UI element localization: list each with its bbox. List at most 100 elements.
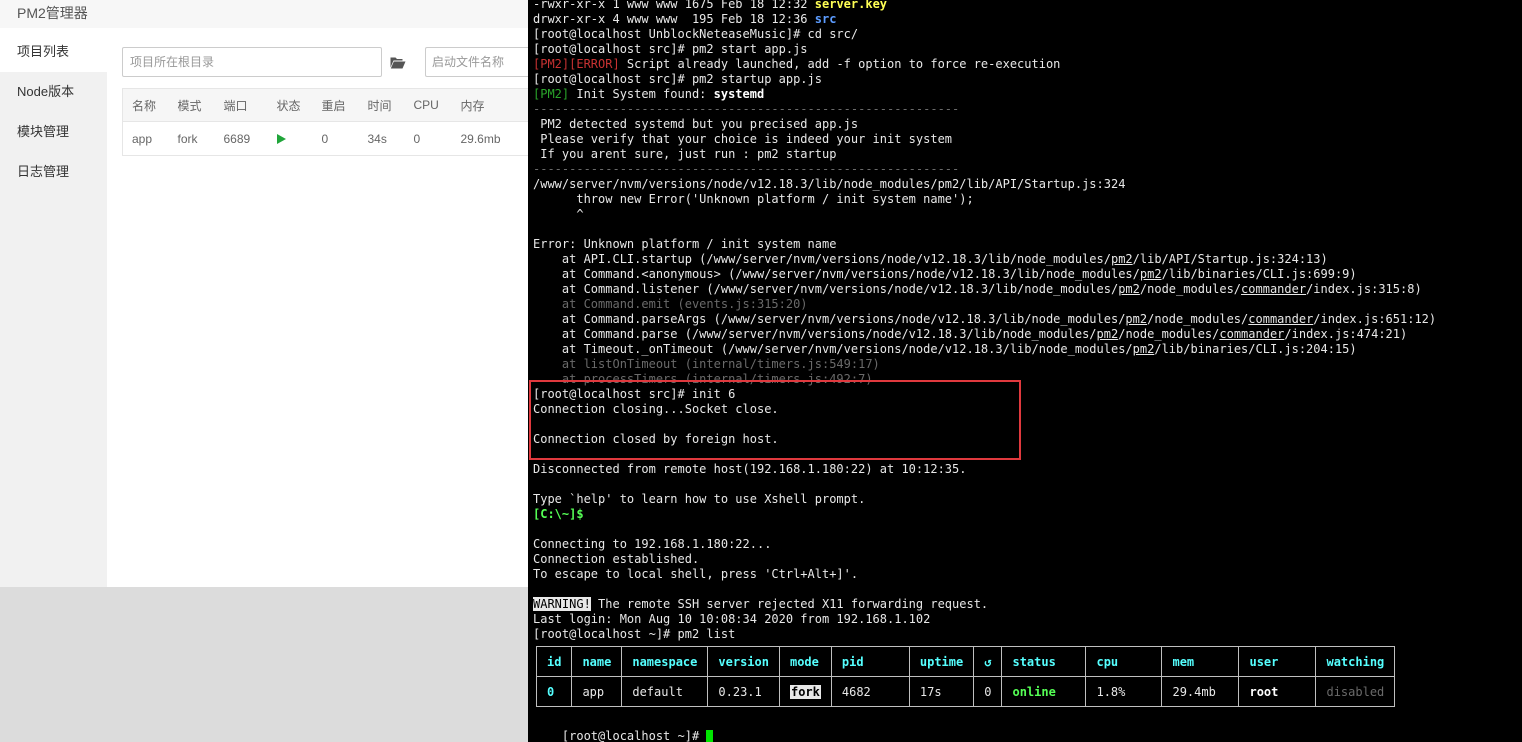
pm2-list-mode-cell: fork bbox=[778, 676, 832, 707]
terminal-text-segment: Please verify that your choice is indeed… bbox=[533, 132, 953, 146]
pm2-sidebar: 项目列表 Node版本 模块管理 日志管理 bbox=[0, 32, 107, 587]
pm2-list-user: root bbox=[1238, 676, 1317, 707]
terminal-line: at Timeout._onTimeout (/www/server/nvm/v… bbox=[533, 342, 1357, 357]
process-status bbox=[267, 121, 313, 156]
pm2-list-header-restarts: ↺ bbox=[973, 646, 1003, 677]
terminal-text-segment: server.key bbox=[814, 0, 888, 11]
pm2-titlebar: PM2管理器 bbox=[0, 0, 528, 28]
terminal-text-segment: at Command.parseArgs (/www/server/nvm/ve… bbox=[533, 312, 1126, 326]
pm2-main-content: 名称 模式 端口 状态 重启 时间 CPU 内存 app fork 6689 0 bbox=[107, 32, 535, 587]
terminal-line: Connecting to 192.168.1.180:22... bbox=[533, 537, 771, 552]
terminal-text-segment: pm2 bbox=[1125, 312, 1148, 326]
terminal-text-segment: drwxr-xr-x 4 www www 195 Feb 18 12:36 bbox=[533, 12, 815, 26]
play-icon[interactable] bbox=[276, 134, 286, 145]
terminal-text-segment: Connecting to 192.168.1.180:22... bbox=[533, 537, 772, 551]
terminal-line: If you arent sure, just run : pm2 startu… bbox=[533, 147, 836, 162]
process-name: app bbox=[122, 121, 169, 156]
pm2-list-id: 0 bbox=[535, 676, 573, 707]
pm2-list-header-user: user bbox=[1238, 646, 1317, 677]
terminal-line: Disconnected from remote host(192.168.1.… bbox=[533, 462, 966, 477]
terminal-text-segment: /www/server/nvm/versions/node/v12.18.3/l… bbox=[533, 177, 1126, 191]
terminal-line: throw new Error('Unknown platform / init… bbox=[533, 192, 974, 207]
pm2-list-mem: 29.4mb bbox=[1161, 676, 1240, 707]
terminal-text-segment: Init System found: bbox=[569, 87, 714, 101]
pm2-list-namespace: default bbox=[621, 676, 709, 707]
terminal-line: at processTimers (internal/timers.js:492… bbox=[533, 372, 873, 387]
terminal-text-segment: To escape to local shell, press 'Ctrl+Al… bbox=[533, 567, 859, 581]
terminal-text-segment: ----------------------------------------… bbox=[533, 102, 960, 116]
sidebar-item-project-list[interactable]: 项目列表 bbox=[0, 32, 107, 72]
terminal-text-segment: pm2 bbox=[1132, 342, 1155, 356]
terminal-text-segment: at Command.listener (/www/server/nvm/ver… bbox=[533, 282, 1119, 296]
terminal-line: Last login: Mon Aug 10 10:08:34 2020 fro… bbox=[533, 612, 930, 627]
terminal-cursor bbox=[706, 730, 714, 742]
terminal-text-segment: at listOnTimeout (internal/timers.js:549… bbox=[533, 357, 880, 371]
terminal-line: Type `help' to learn how to use Xshell p… bbox=[533, 492, 865, 507]
terminal-text-segment: commander bbox=[1248, 312, 1314, 326]
pm2-list-header-namespace: namespace bbox=[621, 646, 709, 677]
terminal-text-segment: throw new Error('Unknown platform / init… bbox=[533, 192, 974, 206]
terminal-line: at Command.listener (/www/server/nvm/ver… bbox=[533, 282, 1422, 297]
pm2-list-name: app bbox=[571, 676, 623, 707]
pm2-manager-window: PM2管理器 项目列表 Node版本 模块管理 日志管理 名称 模式 端口 状态… bbox=[0, 0, 535, 587]
terminal-line: Connection closing...Socket close. bbox=[533, 402, 779, 417]
terminal-line: at Command.emit (events.js:315:20) bbox=[533, 297, 808, 312]
terminal-text-segment: [C:\~]$ bbox=[533, 507, 584, 521]
terminal-text-segment: at processTimers (internal/timers.js:492… bbox=[533, 372, 873, 386]
terminal-text-segment: at Timeout._onTimeout (/www/server/nvm/v… bbox=[533, 342, 1133, 356]
terminal-line: [root@localhost src]# pm2 start app.js bbox=[533, 42, 808, 57]
terminal-text-segment: [PM2][ERROR] bbox=[533, 57, 620, 71]
pm2-list-header-name: name bbox=[571, 646, 623, 677]
terminal-text-segment: pm2 bbox=[1118, 282, 1140, 296]
terminal-text-segment: [root@localhost ~]# pm2 list bbox=[533, 627, 736, 641]
sidebar-item-node-version[interactable]: Node版本 bbox=[0, 72, 107, 112]
pm2-list-mode: fork bbox=[789, 684, 821, 699]
terminal-text-segment: commander bbox=[1219, 327, 1285, 341]
table-row[interactable]: app fork 6689 0 34s 0 29.6mb bbox=[122, 121, 528, 156]
process-restarts: 0 bbox=[312, 121, 359, 156]
terminal-text-segment: [root@localhost UnblockNeteaseMusic]# cd… bbox=[533, 27, 859, 41]
sidebar-item-log-management[interactable]: 日志管理 bbox=[0, 152, 107, 192]
terminal-text-segment: The remote SSH server rejected X11 forwa… bbox=[590, 597, 989, 611]
process-port: 6689 bbox=[214, 121, 268, 156]
terminal-text-segment: /node_modules/ bbox=[1139, 282, 1242, 296]
terminal-text-segment: at Command.emit (events.js:315:20) bbox=[533, 297, 808, 311]
pm2-list-header-mem: mem bbox=[1161, 646, 1240, 677]
terminal-text-segment: Connection established. bbox=[533, 552, 700, 566]
pm2-list-table: id name namespace version mode pid uptim… bbox=[535, 646, 1396, 707]
terminal-text-segment: /lib/binaries/CLI.js:699:9) bbox=[1161, 267, 1357, 281]
terminal-window[interactable]: -rwxr-xr-x 1 www www 1675 Feb 18 12:32 s… bbox=[528, 0, 1522, 742]
terminal-line: at Command.parse (/www/server/nvm/versio… bbox=[533, 327, 1407, 342]
folder-open-icon[interactable] bbox=[387, 47, 409, 77]
terminal-line: [root@localhost src]# pm2 startup app.js bbox=[533, 72, 822, 87]
terminal-line: at Command.<anonymous> (/www/server/nvm/… bbox=[533, 267, 1357, 282]
terminal-text-segment: PM2 detected systemd but you precised ap… bbox=[533, 117, 859, 131]
terminal-text-segment: Connection closed by foreign host. bbox=[533, 432, 779, 446]
terminal-text-segment: commander bbox=[1241, 282, 1307, 296]
column-header-status: 状态 bbox=[267, 88, 313, 122]
process-memory: 29.6mb bbox=[451, 121, 528, 156]
terminal-line: WARNING! The remote SSH server rejected … bbox=[533, 597, 988, 612]
pm2-list-header-row: id name namespace version mode pid uptim… bbox=[535, 646, 1396, 677]
pm2-list-header-pid: pid bbox=[830, 646, 910, 677]
start-file-input[interactable] bbox=[425, 47, 535, 77]
terminal-text-segment: /index.js:315:8) bbox=[1306, 282, 1422, 296]
column-header-port: 端口 bbox=[214, 88, 268, 122]
terminal-line: -rwxr-xr-x 1 www www 1675 Feb 18 12:32 s… bbox=[533, 0, 887, 12]
pm2-list-row: 0 app default 0.23.1 fork 4682 17s 0 onl… bbox=[535, 676, 1396, 707]
project-root-path-input[interactable] bbox=[122, 47, 382, 77]
sidebar-item-module-management[interactable]: 模块管理 bbox=[0, 112, 107, 152]
terminal-text-segment: /index.js:474:21) bbox=[1284, 327, 1408, 341]
pm2-list-header-cpu: cpu bbox=[1085, 646, 1163, 677]
terminal-line: [root@localhost src]# init 6 bbox=[533, 387, 735, 402]
pm2-list-header-version: version bbox=[707, 646, 780, 677]
terminal-text-segment: pm2 bbox=[1096, 327, 1119, 341]
terminal-line: [root@localhost ~]# pm2 list bbox=[533, 627, 735, 642]
column-header-name: 名称 bbox=[122, 88, 169, 122]
terminal-text-segment: /lib/API/Startup.js:324:13) bbox=[1132, 252, 1328, 266]
terminal-text-segment: /node_modules/ bbox=[1147, 312, 1249, 326]
terminal-line: [PM2] Init System found: systemd bbox=[533, 87, 764, 102]
terminal-final-prompt-line[interactable]: [root@localhost ~]# bbox=[533, 714, 714, 742]
process-mode: fork bbox=[168, 121, 215, 156]
terminal-text-segment: Disconnected from remote host(192.168.1.… bbox=[533, 462, 967, 476]
